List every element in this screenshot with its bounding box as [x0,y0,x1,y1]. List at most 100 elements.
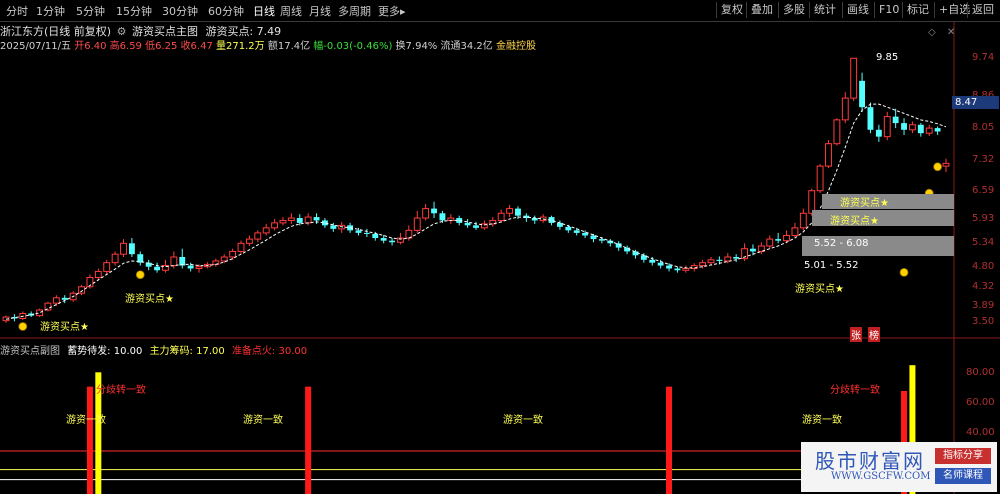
chart-controls: ◇ ✕ [928,27,955,38]
candle-body [397,237,404,243]
candle-body [447,217,455,221]
candle-body [657,262,664,266]
sector-tag[interactable]: 金融控股 [496,41,536,52]
close-icon[interactable]: ✕ [947,27,955,38]
tab-fenshi[interactable]: 分时 [6,3,28,19]
candle-body [154,266,161,271]
candle-body [733,256,740,259]
f10-button[interactable]: F10 [874,2,903,18]
candle-body [254,232,262,240]
candle-body [841,97,849,121]
candle-body [347,225,354,231]
candle-body [2,316,10,322]
consistent-label: 游资一致 [802,415,842,426]
watermark-tag: 名师课程 [935,468,991,484]
candle-body [380,238,387,241]
tab-weekly[interactable]: 周线 [280,3,302,19]
tab-daily[interactable]: 日线 [253,3,275,19]
restore-right-button[interactable]: 复权 [716,2,747,18]
range-label-1: 5.52 - 6.08 [814,238,869,249]
candle-body [582,232,589,236]
y-tick: 4.80 [972,261,995,272]
tab-15min[interactable]: 15分钟 [116,3,152,19]
y-tick: 5.34 [972,237,995,248]
sub-value-2: 主力筹码: 17.00 [149,346,225,357]
y-tick: 7.32 [972,154,995,165]
tab-more[interactable]: 更多▸ [378,3,406,19]
candle-body [220,256,228,262]
quote-low: 低6.25 [145,41,178,52]
expand-icon[interactable]: ◇ [928,27,936,38]
consistent-label: 游资一致 [503,415,543,426]
rank-badge[interactable]: 榜 [868,327,880,342]
candle-body [405,229,413,239]
candle-body [456,218,463,223]
candle-body [94,270,102,278]
candle-body [573,230,580,233]
candle-body [615,243,622,248]
candle-body [649,259,656,263]
candle-body [422,208,430,219]
sub-indicator-name[interactable]: 游资买点副图 [0,346,60,357]
candle-body [515,208,521,216]
candle-body [934,128,941,132]
candle-body [330,225,337,229]
buy-coin-icon [18,322,28,331]
candle-body [262,227,270,234]
mark-button[interactable]: 标记 [902,2,933,18]
tab-5min[interactable]: 5分钟 [76,3,105,19]
candle-body [296,218,303,223]
sub-signal-bar [666,386,673,494]
buy-coin-icon [899,268,909,277]
candle-body [28,313,35,316]
y-tick: 5.93 [972,213,995,224]
candle-body [565,226,572,231]
candle-body [355,230,362,233]
candle-body [279,219,287,224]
overlay-button[interactable]: 叠加 [746,2,777,18]
y-tick: 60.00 [966,397,995,408]
candle-body [431,208,437,214]
candle-body [757,245,765,252]
multi-stock-button[interactable]: 多股 [778,2,809,18]
candle-body [78,286,85,294]
watermark-url: WWW.GSCFW.COM [831,471,931,482]
buy-coin-icon [933,162,943,172]
candle-body [19,312,27,319]
tab-60min[interactable]: 60分钟 [208,3,244,19]
candle-body [791,227,799,236]
sub-chart-header: 游资买点副图 蓄势待发: 10.00 主力筹码: 17.00 准备点火: 30.… [0,342,307,357]
tab-30min[interactable]: 30分钟 [162,3,198,19]
candle-body [850,57,858,99]
back-button[interactable]: 返回 [967,2,996,18]
candle-body [145,262,152,267]
candle-body [86,276,94,288]
tab-1min[interactable]: 1分钟 [36,3,65,19]
sub-signal-bar [305,386,312,494]
candle-body [590,235,597,240]
sub-value-1: 蓄势待发: 10.00 [67,346,143,357]
stats-button[interactable]: 统计 [809,2,840,18]
candle-body [816,165,824,192]
quote-amount: 额17.4亿 [267,41,311,52]
candle-body [598,239,605,241]
candle-body [682,267,690,271]
candle-body [799,212,807,229]
limit-up-badge[interactable]: 张 [850,327,862,342]
buy-signal-label: 游资买点★ [795,284,844,295]
buy-coin-icon [135,270,145,280]
candle-body [489,219,497,225]
draw-line-button[interactable]: 画线 [842,2,873,18]
candle-body [229,250,237,258]
tab-monthly[interactable]: 月线 [309,3,331,19]
candle-body [825,143,832,167]
y-tick: 3.50 [972,316,995,327]
period-toolbar: 分时 1分钟 5分钟 15分钟 30分钟 60分钟 日线 周线 月线 多周期 更… [0,0,1000,22]
candle-body [539,216,547,221]
tab-multi-period[interactable]: 多周期 [338,3,371,19]
candle-body [925,127,933,134]
candle-body [716,259,723,261]
candle-body [36,309,44,317]
range-label-2: 5.01 - 5.52 [804,260,859,271]
candle-body [203,263,211,268]
